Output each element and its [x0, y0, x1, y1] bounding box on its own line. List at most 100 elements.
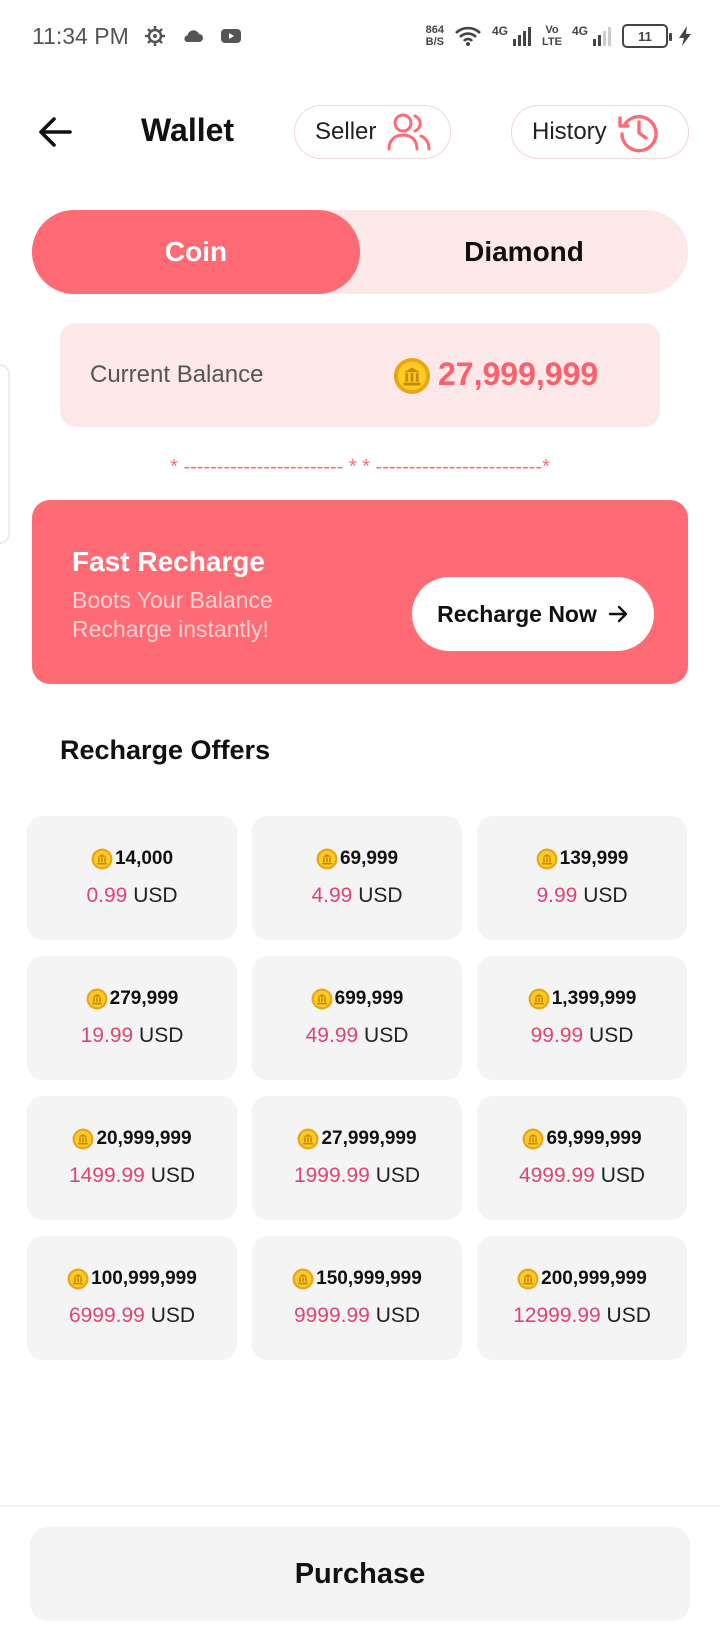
offer-amount: 150,999,999: [292, 1268, 422, 1290]
offer-price-value: 4999.99: [518, 1164, 595, 1187]
offer-card[interactable]: 69,999,999 4999.99 USD: [477, 1096, 687, 1220]
offer-price: 1499.99 USD: [69, 1164, 195, 1188]
currency-tabs: Coin Diamond: [32, 210, 688, 294]
history-button[interactable]: History: [511, 105, 689, 159]
offer-card[interactable]: 27,999,999 1999.99 USD: [252, 1096, 462, 1220]
offer-currency: USD: [583, 884, 628, 907]
seller-button[interactable]: Seller: [294, 105, 451, 159]
offer-coins: 69,999,999: [546, 1128, 642, 1149]
network-type-1: 4G: [492, 24, 509, 38]
coin-icon: [91, 848, 113, 870]
offer-price: 49.99 USD: [306, 1024, 409, 1048]
offer-price-value: 12999.99: [513, 1304, 601, 1327]
coin-icon: [517, 1268, 539, 1290]
offer-price: 4999.99 USD: [519, 1164, 645, 1188]
offer-coins: 279,999: [109, 988, 179, 1009]
coin-icon: [528, 988, 550, 1010]
offer-card[interactable]: 20,999,999 1499.99 USD: [27, 1096, 237, 1220]
offer-price: 9999.99 USD: [294, 1304, 420, 1328]
users-icon: [387, 113, 431, 151]
offer-price-value: 99.99: [530, 1024, 584, 1047]
edge-panel-handle[interactable]: [0, 364, 10, 544]
status-right: 864 B/S 4G Vo LTE 4G 11: [426, 24, 692, 48]
bottom-divider: [0, 1505, 720, 1507]
tab-diamond[interactable]: Diamond: [360, 210, 688, 294]
offer-amount: 27,999,999: [297, 1128, 417, 1150]
signal-icon: [513, 27, 532, 46]
offer-card[interactable]: 14,000 0.99 USD: [27, 816, 237, 940]
offer-card[interactable]: 200,999,999 12999.99 USD: [477, 1236, 687, 1360]
offer-currency: USD: [375, 1304, 421, 1327]
offer-amount: 69,999,999: [522, 1128, 642, 1150]
cloud-icon: [184, 30, 203, 42]
offer-coins: 20,999,999: [96, 1128, 192, 1149]
recharge-offers-title: Recharge Offers: [60, 735, 271, 765]
fast-recharge-line2: Recharge instantly!: [72, 616, 269, 642]
charging-bolt-icon: [679, 26, 691, 46]
seller-label: Seller: [315, 118, 377, 145]
offer-price: 6999.99 USD: [69, 1304, 195, 1328]
offer-coins: 14,000: [114, 848, 174, 869]
offer-amount: 200,999,999: [517, 1268, 647, 1290]
status-left: 11:34 PM: [32, 23, 243, 50]
offer-currency: USD: [358, 884, 403, 907]
offer-currency: USD: [133, 884, 178, 907]
offer-price: 1999.99 USD: [294, 1164, 420, 1188]
fast-recharge-line1: Boots Your Balance: [72, 587, 273, 613]
coin-icon: [316, 848, 338, 870]
coin-icon: [298, 1128, 319, 1150]
app-header: Wallet Seller History: [0, 100, 720, 164]
coin-icon: [536, 848, 558, 870]
coin-icon: [73, 1128, 94, 1150]
network-speed: 864 B/S: [426, 24, 444, 48]
offer-card[interactable]: 1,399,999 99.99 USD: [477, 956, 687, 1080]
offer-amount: 20,999,999: [72, 1128, 192, 1150]
volte-indicator: Vo LTE: [542, 24, 562, 48]
coin-icon: [393, 357, 431, 395]
offer-coins: 1,399,999: [551, 988, 637, 1009]
coin-icon: [67, 1268, 89, 1290]
history-label: History: [532, 118, 607, 145]
fast-recharge-subtitle: Boots Your Balance Recharge instantly!: [72, 586, 372, 644]
offer-coins: 69,999: [339, 848, 399, 869]
network-speed-value: 864: [425, 24, 444, 36]
offer-price: 4.99 USD: [311, 884, 402, 908]
offer-price-value: 9.99: [536, 884, 578, 907]
offer-card[interactable]: 150,999,999 9999.99 USD: [252, 1236, 462, 1360]
wifi-icon: [455, 26, 481, 46]
offer-coins: 200,999,999: [541, 1268, 647, 1289]
youtube-icon: [220, 29, 241, 43]
offer-amount: 14,000: [91, 848, 173, 870]
offer-price-value: 9999.99: [293, 1304, 370, 1327]
purchase-button[interactable]: Purchase: [30, 1527, 690, 1621]
battery-icon: 11: [622, 24, 672, 48]
recharge-now-button[interactable]: Recharge Now: [412, 577, 654, 651]
tab-coin[interactable]: Coin: [32, 210, 360, 294]
signal-icon: [593, 27, 611, 46]
fast-recharge-banner: Fast Recharge Boots Your Balance Recharg…: [32, 500, 688, 684]
offer-price-value: 6999.99: [68, 1304, 145, 1327]
offer-card[interactable]: 139,999 9.99 USD: [477, 816, 687, 940]
offer-coins: 27,999,999: [321, 1128, 417, 1149]
offer-price: 9.99 USD: [536, 884, 627, 908]
fast-recharge-title: Fast Recharge: [72, 546, 265, 577]
status-bar: 11:34 PM 864 B/S 4G Vo LTE 4G 11: [0, 0, 720, 72]
offer-price-value: 1499.99: [68, 1164, 145, 1187]
back-button[interactable]: [34, 110, 78, 154]
offer-amount: 139,999: [536, 848, 628, 870]
page-title: Wallet: [141, 112, 235, 148]
network-speed-unit: B/S: [425, 36, 444, 48]
offer-card[interactable]: 699,999 49.99 USD: [252, 956, 462, 1080]
offer-card[interactable]: 279,999 19.99 USD: [27, 956, 237, 1080]
offer-card[interactable]: 69,999 4.99 USD: [252, 816, 462, 940]
offer-price-value: 0.99: [86, 884, 128, 907]
settings-gear-icon: [144, 26, 165, 46]
offer-price: 99.99 USD: [531, 1024, 634, 1048]
offer-card[interactable]: 100,999,999 6999.99 USD: [27, 1236, 237, 1360]
status-time: 11:34 PM: [32, 22, 129, 49]
back-arrow-icon: [39, 117, 72, 147]
offer-coins: 150,999,999: [316, 1268, 422, 1289]
decorative-divider: * ------------------------ * * ---------…: [170, 456, 550, 478]
volte-label-top: Vo: [545, 24, 559, 36]
history-clock-icon: [617, 114, 658, 153]
